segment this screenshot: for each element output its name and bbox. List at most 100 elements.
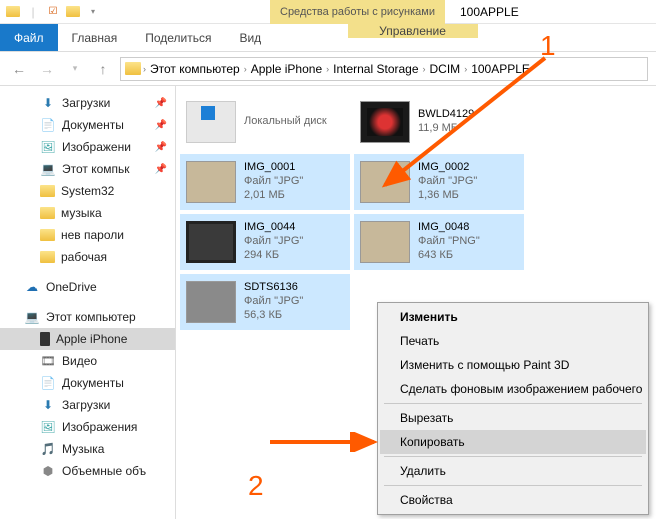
window-title: 100APPLE — [460, 0, 519, 24]
nav-recent-dropdown[interactable]: ▾ — [64, 58, 86, 80]
tree-item[interactable]: 📄Документы📌 — [0, 114, 175, 136]
pin-icon: 📌 — [155, 120, 167, 131]
tree-item[interactable]: 📄Документы — [0, 372, 175, 394]
qat-dropdown-icon[interactable]: ▾ — [84, 3, 102, 21]
tree-item[interactable]: рабочая — [0, 246, 175, 268]
file-info: BWLD412911,9 МБ — [418, 108, 474, 136]
tree-item-label: OneDrive — [46, 280, 97, 294]
file-item[interactable]: IMG_0044Файл "JPG"294 КБ — [180, 214, 350, 270]
breadcrumb-seg[interactable]: Internal Storage — [331, 62, 420, 76]
file-list: Локальный диск BWLD412911,9 МБ IMG_0001Фай… — [180, 94, 652, 330]
file-thumbnail — [360, 101, 410, 143]
tree-item-label: Документы — [62, 118, 124, 132]
file-type: Файл "JPG" — [244, 235, 303, 249]
menu-item[interactable]: Свойства — [380, 488, 646, 512]
breadcrumb-seg[interactable]: DCIM — [428, 62, 463, 76]
pin-icon: 📌 — [155, 98, 167, 109]
titlebar: | ☑ ▾ Средства работы с рисунками 100APP… — [0, 0, 656, 24]
file-size: 11,9 МБ — [418, 122, 474, 136]
menu-item[interactable]: Удалить — [380, 459, 646, 483]
file-item[interactable]: IMG_0002Файл "JPG"1,36 МБ — [354, 154, 524, 210]
tree-item[interactable]: System32 — [0, 180, 175, 202]
tree-item[interactable]: 🖼Изображения — [0, 416, 175, 438]
file-name: IMG_0048 — [418, 221, 480, 235]
chevron-right-icon: › — [326, 64, 329, 74]
file-size: 643 КБ — [418, 249, 480, 263]
tree-item[interactable]: 🎞Видео — [0, 350, 175, 372]
ribbon: Файл Главная Поделиться Вид Управление — [0, 24, 656, 52]
file-item[interactable]: IMG_0048Файл "PNG"643 КБ — [354, 214, 524, 270]
tree-item-label: музыка — [61, 206, 102, 220]
tree-item-label: Этот компьютер — [46, 310, 136, 324]
file-name: IMG_0002 — [418, 161, 477, 175]
file-info: IMG_0048Файл "PNG"643 КБ — [418, 221, 480, 262]
file-name: SDTS6136 — [244, 281, 303, 295]
file-type: Файл "JPG" — [418, 175, 477, 189]
file-thumbnail — [186, 281, 236, 323]
ribbon-context-title: Средства работы с рисунками — [270, 0, 445, 24]
menu-item[interactable]: Изменить — [380, 305, 646, 329]
tree-item[interactable]: ⬇Загрузки📌 — [0, 92, 175, 114]
menu-item[interactable]: Печать — [380, 329, 646, 353]
tree-item[interactable]: нев пароли — [0, 224, 175, 246]
file-info: IMG_0001Файл "JPG"2,01 МБ — [244, 161, 303, 202]
tree-item-thispc[interactable]: 💻Этот компьютер — [0, 306, 175, 328]
folder-icon — [64, 3, 82, 21]
tree-item[interactable]: музыка — [0, 202, 175, 224]
nav-back-button[interactable]: ← — [8, 58, 30, 80]
breadcrumb-seg[interactable]: Apple iPhone — [249, 62, 324, 76]
file-thumbnail — [360, 161, 410, 203]
chevron-right-icon: › — [244, 64, 247, 74]
pin-icon: 📌 — [155, 164, 167, 175]
file-info: Локальный диск — [244, 115, 327, 129]
file-name: BWLD4129 — [418, 108, 474, 122]
file-thumbnail — [186, 161, 236, 203]
tree-item[interactable]: ⬇Загрузки — [0, 394, 175, 416]
file-item[interactable]: SDTS6136Файл "JPG"56,3 КБ — [180, 274, 350, 330]
ribbon-tab-home[interactable]: Главная — [58, 24, 132, 51]
chevron-right-icon: › — [464, 64, 467, 74]
menu-item[interactable]: Копировать — [380, 430, 646, 454]
address-bar[interactable]: › Этот компьютер › Apple iPhone › Intern… — [120, 57, 648, 81]
ribbon-tab-view[interactable]: Вид — [225, 24, 275, 51]
tree-item-label: System32 — [61, 184, 114, 198]
tree-item[interactable]: Apple iPhone — [0, 328, 175, 350]
ribbon-tab-manage[interactable]: Управление — [348, 24, 478, 38]
nav-up-button[interactable]: ↑ — [92, 58, 114, 80]
file-thumbnail — [360, 221, 410, 263]
tree-item[interactable]: 🖼Изображени📌 — [0, 136, 175, 158]
file-type: Локальный диск — [244, 115, 327, 129]
file-name: IMG_0044 — [244, 221, 303, 235]
menu-separator — [384, 456, 642, 457]
quick-access-toolbar: | ☑ ▾ — [0, 3, 102, 21]
nav-forward-button[interactable]: → — [36, 58, 58, 80]
chevron-right-icon: › — [143, 64, 146, 74]
file-size: 2,01 МБ — [244, 189, 303, 203]
file-tab[interactable]: Файл — [0, 24, 58, 51]
pin-icon: 📌 — [155, 142, 167, 153]
check-icon: ☑ — [44, 3, 62, 21]
file-size: 294 КБ — [244, 249, 303, 263]
file-type: Файл "PNG" — [418, 235, 480, 249]
menu-item[interactable]: Сделать фоновым изображением рабочего ст… — [380, 377, 646, 401]
ribbon-tab-share[interactable]: Поделиться — [131, 24, 225, 51]
divider-icon: | — [24, 3, 42, 21]
menu-item[interactable]: Вырезать — [380, 406, 646, 430]
tree-item-onedrive[interactable]: ☁OneDrive — [0, 276, 175, 298]
file-info: IMG_0002Файл "JPG"1,36 МБ — [418, 161, 477, 202]
file-info: IMG_0044Файл "JPG"294 КБ — [244, 221, 303, 262]
tree-item[interactable]: 🎵Музыка — [0, 438, 175, 460]
file-item[interactable]: Локальный диск — [180, 94, 350, 150]
annotation-number-2: 2 — [248, 470, 264, 502]
breadcrumb-seg[interactable]: Этот компьютер — [148, 62, 242, 76]
tree-item[interactable]: 💻Этот компьк📌 — [0, 158, 175, 180]
file-item[interactable]: BWLD412911,9 МБ — [354, 94, 524, 150]
breadcrumb-seg[interactable]: 100APPLE — [469, 62, 532, 76]
tree-item[interactable]: ⬢Объемные объ — [0, 460, 175, 482]
tree-item-label: рабочая — [61, 250, 107, 264]
tree-item-label: Объемные объ — [62, 464, 146, 478]
file-item[interactable]: IMG_0001Файл "JPG"2,01 МБ — [180, 154, 350, 210]
nav-tree: ⬇Загрузки📌📄Документы📌🖼Изображени📌💻Этот к… — [0, 86, 176, 519]
menu-item[interactable]: Изменить с помощью Paint 3D — [380, 353, 646, 377]
tree-item-label: Документы — [62, 376, 124, 390]
